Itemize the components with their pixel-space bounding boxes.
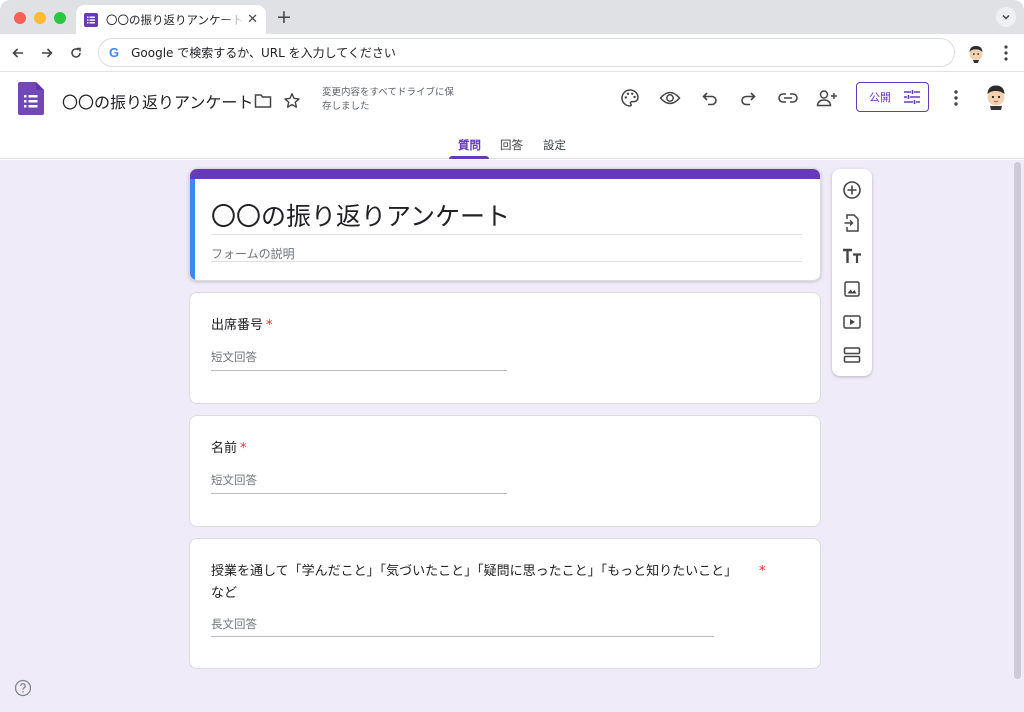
- copy-link-button[interactable]: [776, 86, 800, 110]
- add-title-icon: [843, 248, 861, 263]
- add-collaborators-button[interactable]: [815, 86, 839, 110]
- move-to-folder-button[interactable]: [251, 89, 275, 113]
- forms-favicon-icon: [84, 12, 98, 27]
- new-tab-icon[interactable]: +: [276, 6, 292, 28]
- star-icon: [284, 93, 300, 108]
- question-card[interactable]: 名前 * 短文回答: [189, 415, 821, 527]
- save-status-text: 変更内容をすべてドライブに保存しました: [322, 87, 454, 112]
- help-icon: [14, 679, 32, 697]
- tab-search-button[interactable]: [996, 7, 1016, 27]
- forms-logo-icon: [18, 82, 44, 115]
- add-video-icon: [843, 315, 861, 329]
- long-answer-placeholder: 長文回答: [211, 617, 257, 631]
- required-asterisk: *: [759, 564, 766, 579]
- selected-card-indicator: [190, 179, 195, 280]
- window-minimize-button[interactable]: [34, 12, 46, 24]
- browser-toolbar: G Google で検索するか、URL を入力してください: [0, 34, 1024, 72]
- browser-tab[interactable]: 〇〇の振り返りアンケート - Google Forms ✕: [76, 5, 266, 34]
- account-avatar[interactable]: [982, 82, 1010, 110]
- forward-arrow-icon: [42, 48, 53, 58]
- form-title-card[interactable]: 〇〇の振り返りアンケート フォームの説明: [189, 168, 821, 281]
- publish-settings-icon: [904, 90, 920, 104]
- question-card[interactable]: 授業を通して「学んだこと」「気づいたこと」「疑問に思ったこと」「もっと知りたいこ…: [189, 538, 821, 669]
- page-scrollbar[interactable]: [1014, 162, 1021, 679]
- question-label: 名前 *: [211, 438, 247, 460]
- add-question-icon: [843, 181, 861, 199]
- form-editor-canvas[interactable]: 〇〇の振り返りアンケート フォームの説明 出席番号 * 短文回答 名前 * 短文回答…: [0, 160, 1024, 712]
- question-text: 授業を通して「学んだこと」「気づいたこと」「疑問に思ったこと」「もっと知りたいこ…: [211, 564, 738, 601]
- tab-settings[interactable]: 設定: [543, 137, 566, 153]
- preview-button[interactable]: [658, 86, 682, 110]
- more-options-button[interactable]: [944, 86, 968, 110]
- add-section-icon: [843, 347, 861, 363]
- avatar-icon: [982, 82, 1010, 110]
- title-underline: [211, 234, 802, 235]
- address-bar[interactable]: G Google で検索するか、URL を入力してください: [98, 38, 955, 67]
- star-button[interactable]: [280, 89, 304, 113]
- more-vert-icon: [1004, 45, 1008, 61]
- add-video-button[interactable]: [840, 310, 864, 334]
- form-description-field[interactable]: フォームの説明: [211, 245, 295, 262]
- browser-menu-button[interactable]: [998, 43, 1014, 63]
- question-card[interactable]: 出席番号 * 短文回答: [189, 292, 821, 404]
- tab-questions[interactable]: 質問: [458, 137, 481, 153]
- short-answer-placeholder: 短文回答: [211, 350, 257, 364]
- tab-close-icon[interactable]: ✕: [247, 12, 258, 27]
- short-answer-placeholder: 短文回答: [211, 473, 257, 487]
- question-label: 出席番号 *: [211, 315, 273, 337]
- tab-responses[interactable]: 回答: [500, 137, 523, 153]
- window-close-button[interactable]: [14, 12, 26, 24]
- undo-button[interactable]: [698, 86, 722, 110]
- forward-button[interactable]: [36, 42, 58, 64]
- back-arrow-icon: [12, 48, 23, 58]
- more-vert-icon: [954, 90, 958, 106]
- add-collaborator-icon: [816, 90, 837, 107]
- add-image-icon: [844, 281, 860, 297]
- active-tab-indicator: [449, 156, 489, 159]
- forms-app-header: 〇〇の振り返りアンケート 変更内容をすべてドライブに保存しました 公開 質問 回…: [0, 72, 1024, 159]
- question-text: 名前: [211, 441, 238, 456]
- form-title[interactable]: 〇〇の振り返りアンケート: [211, 197, 510, 233]
- required-asterisk: *: [240, 441, 247, 456]
- back-button[interactable]: [7, 42, 29, 64]
- reload-button[interactable]: [65, 42, 87, 64]
- form-tabs: 質問 回答 設定: [0, 130, 1024, 159]
- window-zoom-button[interactable]: [54, 12, 66, 24]
- answer-underline: [211, 370, 507, 371]
- title-card-accent-bar: [190, 169, 820, 179]
- help-button[interactable]: [14, 679, 32, 697]
- publish-label: 公開: [869, 91, 891, 104]
- undo-icon: [702, 92, 717, 106]
- import-questions-button[interactable]: [840, 211, 864, 235]
- address-bar-placeholder: Google で検索するか、URL を入力してください: [131, 46, 396, 60]
- add-section-button[interactable]: [840, 343, 864, 367]
- customize-theme-button[interactable]: [618, 86, 642, 110]
- google-forms-logo[interactable]: [18, 82, 44, 119]
- answer-underline: [211, 636, 714, 637]
- add-title-button[interactable]: [840, 244, 864, 268]
- question-toolbar: [832, 169, 872, 376]
- answer-underline: [211, 493, 507, 494]
- document-title[interactable]: 〇〇の振り返りアンケート: [62, 89, 253, 113]
- question-text: 出席番号: [211, 318, 264, 333]
- avatar-icon: [969, 46, 983, 63]
- browser-tab-bar: 〇〇の振り返りアンケート - Google Forms ✕ +: [0, 0, 1024, 34]
- redo-button[interactable]: [736, 86, 760, 110]
- google-g-icon: G: [109, 45, 120, 60]
- preview-eye-icon: [659, 91, 681, 105]
- reload-icon: [71, 47, 81, 58]
- palette-icon: [621, 89, 639, 107]
- description-underline: [211, 261, 802, 262]
- add-image-button[interactable]: [840, 277, 864, 301]
- link-icon: [778, 93, 798, 103]
- add-question-button[interactable]: [840, 178, 864, 202]
- required-asterisk: *: [266, 318, 273, 333]
- chevron-down-icon: [1002, 14, 1010, 20]
- folder-icon: [254, 94, 272, 108]
- redo-icon: [741, 92, 756, 106]
- import-questions-icon: [844, 214, 859, 232]
- publish-button[interactable]: 公開: [856, 82, 929, 112]
- profile-avatar[interactable]: [966, 43, 986, 63]
- browser-tab-title: 〇〇の振り返りアンケート - Google Forms: [106, 12, 246, 27]
